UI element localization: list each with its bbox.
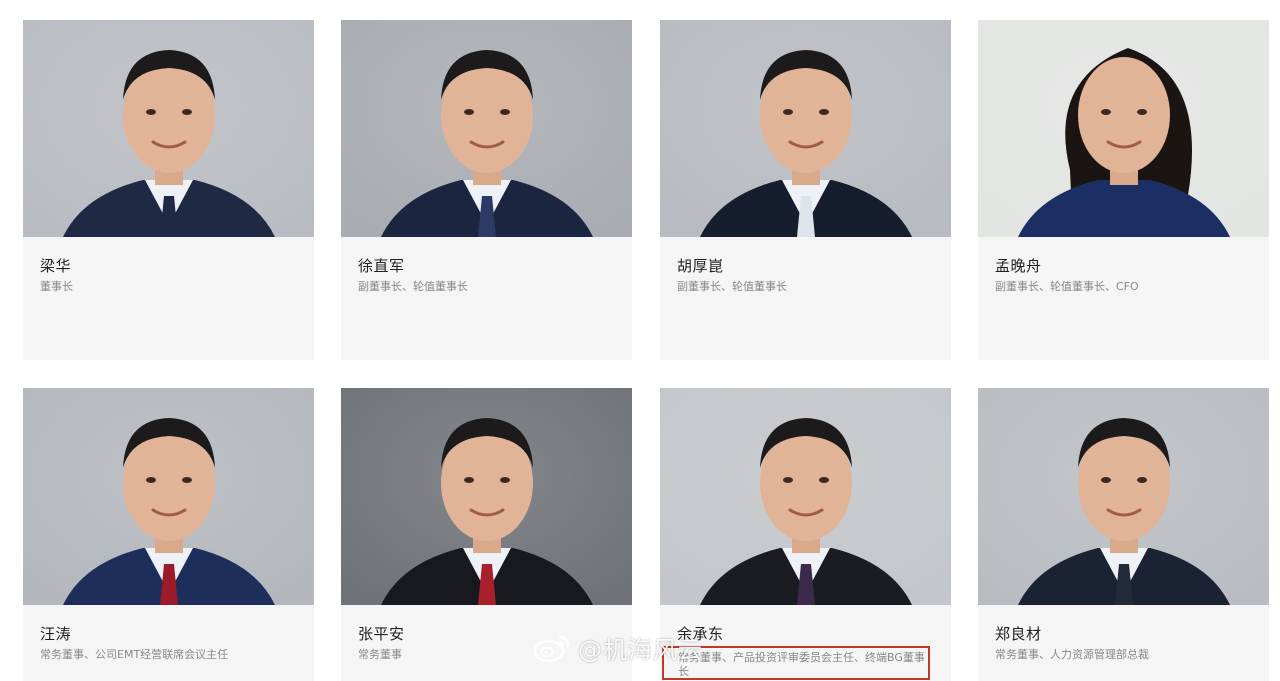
portrait-illustration (660, 388, 951, 605)
executive-name: 张平安 (358, 625, 405, 643)
executive-name: 梁华 (40, 257, 72, 275)
executive-card[interactable]: 徐直军副董事长、轮值董事长 (341, 20, 632, 360)
executive-card[interactable]: 梁华 董事长 (23, 20, 314, 360)
portrait-photo (978, 20, 1269, 237)
watermark-text: @机海风云 (578, 636, 703, 664)
portrait-illustration (978, 20, 1269, 237)
portrait-photo (341, 388, 632, 605)
portrait-photo (23, 388, 314, 605)
executive-title: 副董事长、轮值董事长 (358, 280, 468, 293)
portrait-photo (23, 20, 314, 237)
executive-card[interactable]: 孟晚舟副董事长、轮值董事长、CFO (978, 20, 1269, 360)
executive-grid: 梁华 董事长 徐直军 副董事长、轮值董事长 胡厚崑 副董事长、轮值董事长 孟晚舟… (0, 0, 1280, 681)
portrait-photo (660, 20, 951, 237)
portrait-photo (341, 20, 632, 237)
executive-title: 副董事长、轮值董事长 (677, 280, 787, 293)
portrait-illustration (660, 20, 951, 237)
executive-name: 郑良材 (995, 625, 1042, 643)
executive-card[interactable]: 汪涛常务董事、公司EMT经营联席会议主任 (23, 388, 314, 681)
portrait-photo (978, 388, 1269, 605)
executive-card[interactable]: 余承东 (660, 388, 951, 681)
executive-name: 徐直军 (358, 257, 405, 275)
portrait-illustration (978, 388, 1269, 605)
highlight-title: 常务董事、产品投资评审委员会主任、终端BG董事长 (678, 651, 925, 678)
weibo-icon (533, 635, 570, 662)
executive-name: 胡厚崑 (677, 257, 724, 275)
portrait-illustration (341, 20, 632, 237)
executive-title: 常务董事、人力资源管理部总裁 (995, 648, 1149, 661)
executive-title: 董事长 (40, 280, 73, 293)
executive-title: 副董事长、轮值董事长、CFO (995, 280, 1139, 293)
executive-name: 孟晚舟 (995, 257, 1042, 275)
executive-card[interactable]: 胡厚崑副董事长、轮值董事长 (660, 20, 951, 360)
portrait-illustration (23, 20, 314, 237)
watermark: @机海风云 (532, 630, 703, 665)
portrait-illustration (341, 388, 632, 605)
executive-title: 常务董事、公司EMT经营联席会议主任 (40, 648, 229, 661)
portrait-illustration (23, 388, 314, 605)
executive-name: 汪涛 (40, 625, 72, 643)
portrait-photo (660, 388, 951, 605)
executive-card[interactable]: 郑良材常务董事、人力资源管理部总裁 (978, 388, 1269, 681)
